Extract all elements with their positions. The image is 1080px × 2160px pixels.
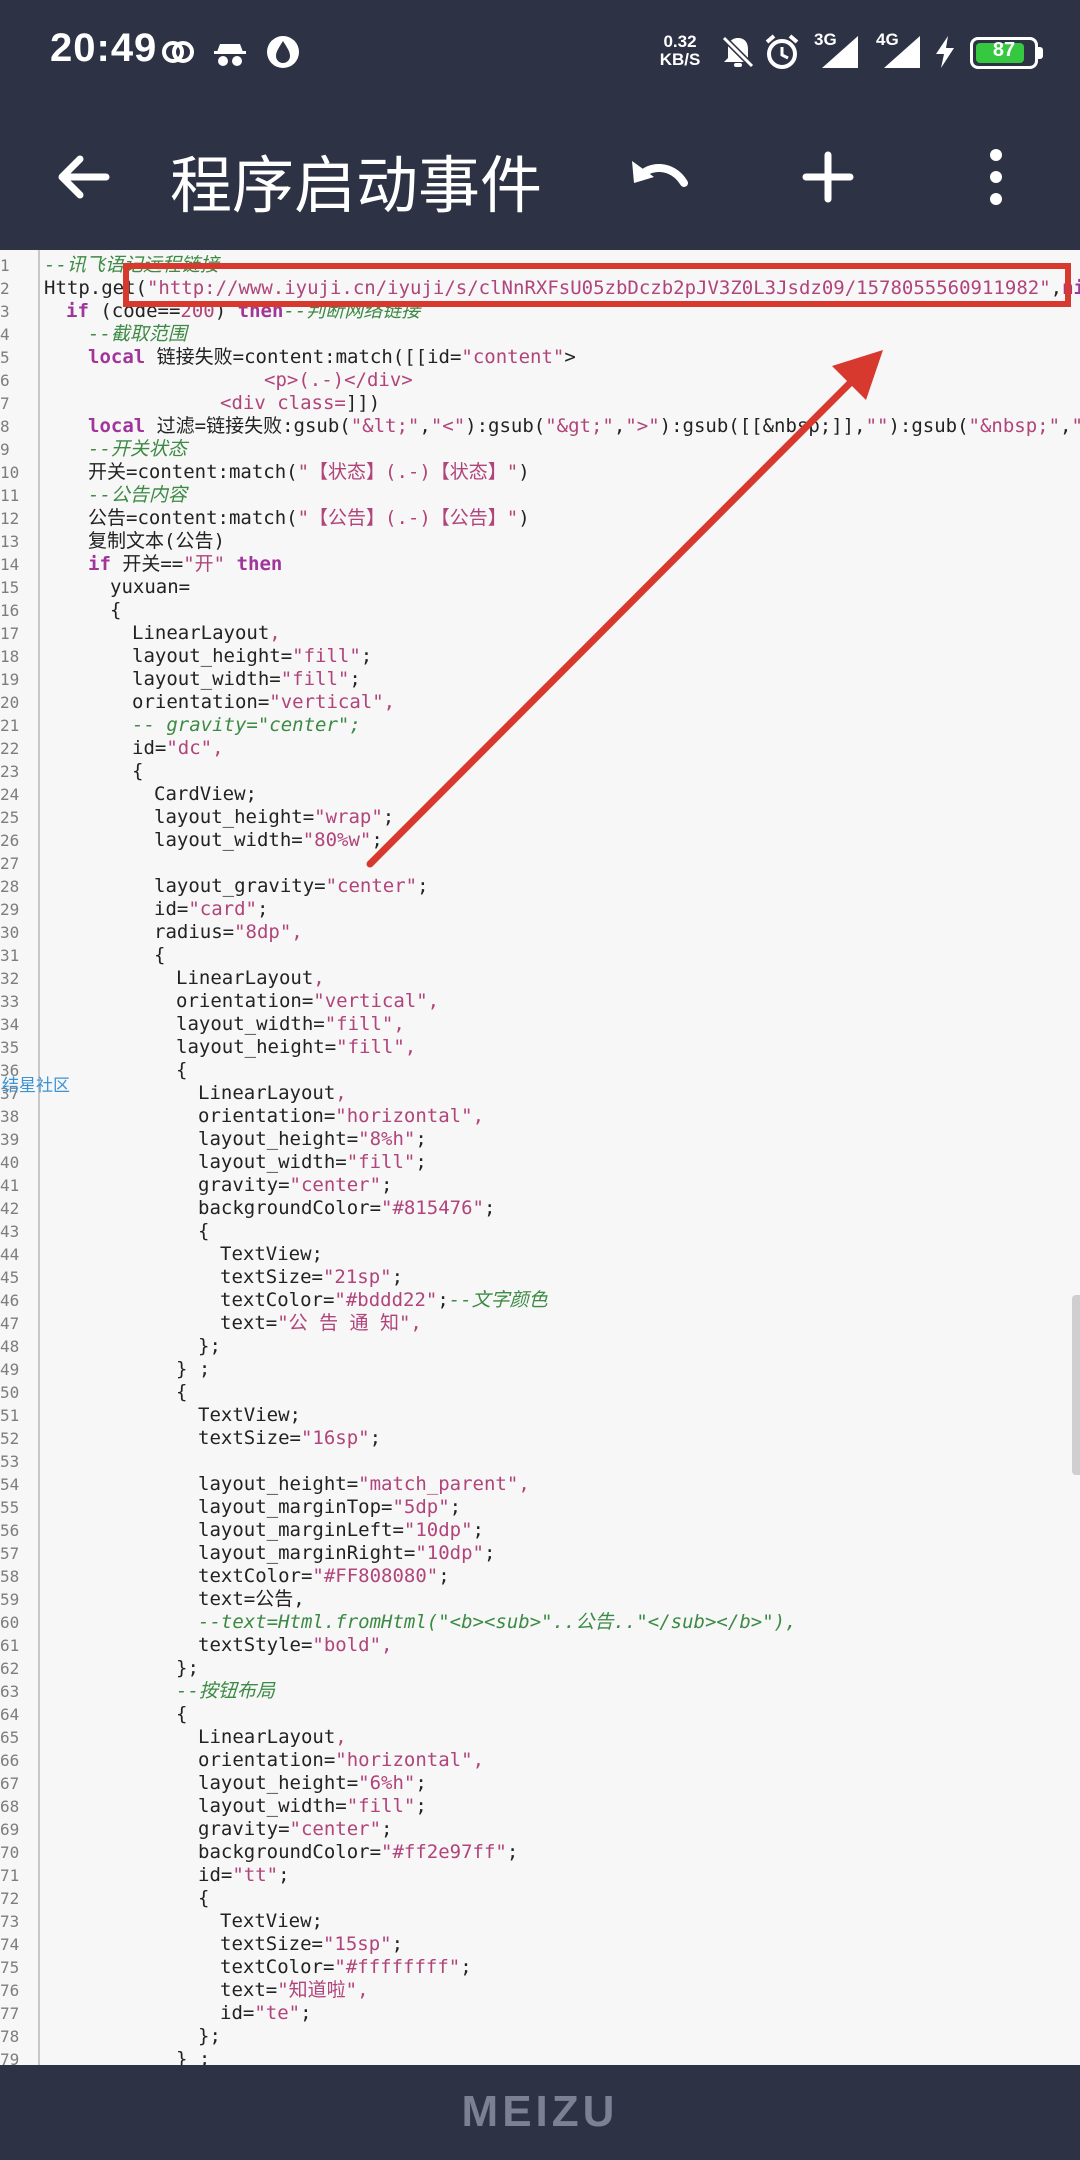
scroll-handle[interactable] <box>1072 1295 1080 1475</box>
brand-logo: MEIZU <box>461 2087 619 2136</box>
annotation-arrow <box>366 350 883 868</box>
watermark-text: 结星社区 <box>2 1076 70 1096</box>
bottom-bar: MEIZU <box>0 2065 1080 2160</box>
